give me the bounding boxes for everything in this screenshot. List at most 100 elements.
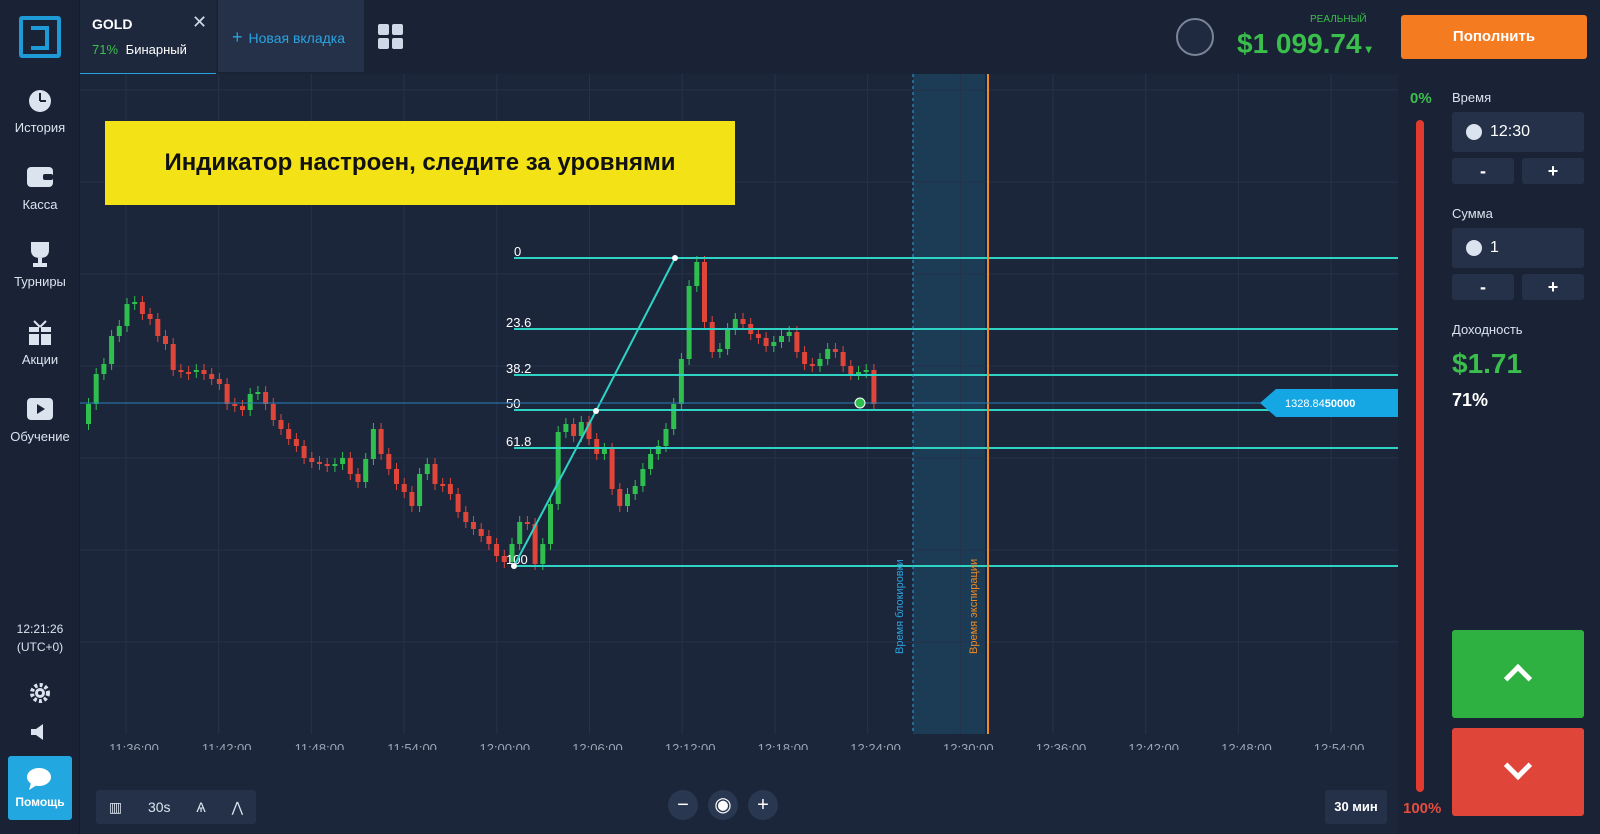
- candle: [170, 344, 176, 370]
- candle: [447, 484, 453, 494]
- candle: [640, 469, 646, 486]
- candle: [540, 544, 546, 564]
- sentiment-down-pct: 100%: [1403, 800, 1442, 817]
- x-tick-label: 11:36:00: [109, 741, 159, 750]
- candle: [694, 262, 700, 286]
- new-tab-button[interactable]: + Новая вкладка: [218, 0, 364, 72]
- candle: [324, 464, 330, 466]
- gear-icon[interactable]: [29, 682, 51, 704]
- sentiment-meter: [1416, 120, 1424, 792]
- close-tab-icon[interactable]: ✕: [192, 12, 207, 33]
- candle: [817, 359, 823, 366]
- candle: [709, 322, 715, 352]
- candle: [178, 370, 184, 372]
- sidebar-item-label: Касса: [22, 197, 58, 212]
- candle: [632, 486, 638, 494]
- time-field[interactable]: 12:30: [1452, 112, 1584, 152]
- help-button[interactable]: Помощь: [8, 756, 72, 820]
- x-tick-label: 11:48:00: [295, 741, 345, 750]
- sidebar-item-promotions[interactable]: Акции: [0, 318, 80, 367]
- candle: [856, 372, 861, 374]
- candle: [109, 336, 115, 364]
- sidebar-item-label: Обучение: [10, 429, 70, 444]
- profit-percent: 71%: [1452, 390, 1489, 410]
- fib-level-label: 23.6: [506, 315, 531, 330]
- timeframe-button[interactable]: 30s: [148, 799, 171, 815]
- sidebar-item-cashier[interactable]: Касса: [0, 163, 80, 212]
- arrow-down-icon: [1503, 751, 1533, 781]
- yield-label: Доходность: [1452, 322, 1523, 337]
- candle: [702, 262, 707, 322]
- candle: [471, 522, 476, 529]
- x-tick-label: 12:06:00: [572, 741, 623, 750]
- drawing-tools-icon[interactable]: ⋀: [232, 799, 243, 816]
- plus-icon: +: [232, 27, 243, 47]
- gift-icon: [29, 320, 51, 345]
- chart-type-icon[interactable]: ▥: [109, 799, 122, 816]
- logo[interactable]: [19, 16, 61, 58]
- asset-payout: 71%: [92, 42, 119, 57]
- chevron-down-icon: ▾: [1365, 42, 1372, 56]
- chart-toolbar: ▥ 30s Ѧ ⋀ − ◉ + 30 мин: [80, 760, 1398, 834]
- time-plus-button[interactable]: +: [1522, 158, 1584, 184]
- dollar-icon: [1466, 239, 1482, 256]
- candle: [101, 364, 107, 374]
- sidebar-item-history[interactable]: История: [0, 86, 80, 135]
- zoom-out-button[interactable]: −: [668, 790, 698, 820]
- call-button[interactable]: [1452, 630, 1584, 718]
- time-value: 12:30: [1490, 123, 1531, 140]
- candle: [370, 429, 376, 459]
- candle: [848, 366, 854, 374]
- candle: [601, 449, 607, 454]
- sidebar-item-tournaments[interactable]: Турниры: [0, 240, 80, 289]
- candle: [163, 336, 168, 344]
- amount-label: Сумма: [1452, 206, 1493, 221]
- x-tick-label: 12:00:00: [479, 741, 530, 750]
- new-tab-label: Новая вкладка: [248, 30, 346, 46]
- candle: [317, 462, 322, 464]
- candle: [93, 374, 99, 404]
- candle: [548, 504, 553, 544]
- wallet-icon: [27, 167, 53, 187]
- amount-plus-button[interactable]: +: [1522, 274, 1584, 300]
- balance[interactable]: $1 099.74 ▾: [1237, 28, 1372, 60]
- profit-value: $1.71: [1452, 348, 1523, 379]
- price-tag-main: 1328.84: [1285, 398, 1325, 410]
- candle: [779, 336, 784, 342]
- candle: [363, 459, 369, 482]
- candle: [563, 424, 569, 432]
- price-tag: 1328.8450000: [1260, 389, 1398, 417]
- avatar[interactable]: [1176, 18, 1214, 56]
- fib-level-label: 61.8: [506, 434, 531, 449]
- time-minus-button[interactable]: -: [1452, 158, 1514, 184]
- put-button[interactable]: [1452, 728, 1584, 816]
- time-label: Время: [1452, 90, 1492, 105]
- candle: [424, 464, 430, 474]
- deposit-button[interactable]: Пополнить: [1401, 15, 1587, 59]
- trophy-icon: [31, 242, 49, 267]
- period-button[interactable]: 30 мин: [1325, 790, 1387, 824]
- candle: [463, 512, 469, 522]
- zoom-in-button[interactable]: +: [748, 790, 778, 820]
- balance-value: $1 099.74: [1237, 28, 1362, 59]
- candle: [139, 302, 145, 314]
- reset-zoom-icon[interactable]: ◉: [708, 790, 738, 820]
- indicator-icon[interactable]: Ѧ: [196, 799, 205, 815]
- amount-field[interactable]: 1: [1452, 228, 1584, 268]
- candle: [224, 384, 230, 404]
- x-tick-label: 12:30:00: [943, 741, 994, 750]
- tab-asset-gold[interactable]: GOLD ✕ 71% Бинарный: [80, 0, 216, 76]
- speaker-icon[interactable]: [29, 722, 51, 742]
- candle: [155, 319, 161, 336]
- current-price-dot: [854, 397, 866, 409]
- layout-grid-icon[interactable]: [378, 24, 404, 50]
- candle: [486, 536, 492, 544]
- x-tick-label: 11:42:00: [202, 741, 252, 750]
- candle: [517, 522, 523, 544]
- sidebar-item-label: История: [14, 120, 66, 135]
- candle: [594, 439, 600, 454]
- amount-minus-button[interactable]: -: [1452, 274, 1514, 300]
- sidebar-item-label: Турниры: [14, 274, 66, 289]
- sidebar-item-education[interactable]: Обучение: [0, 395, 80, 444]
- candle: [278, 420, 284, 429]
